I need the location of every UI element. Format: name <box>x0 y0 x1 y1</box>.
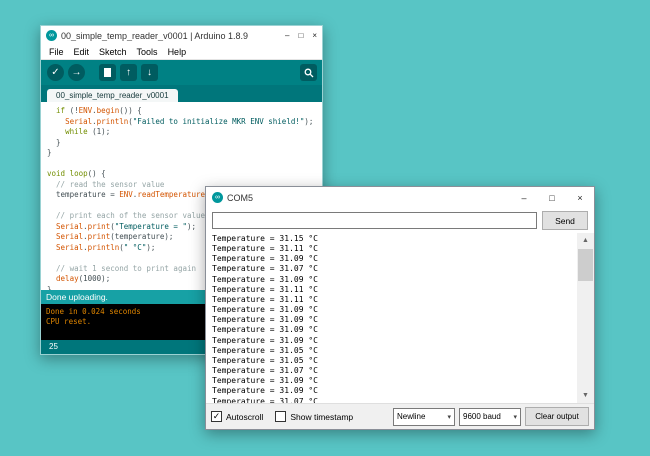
checkbox-unchecked-icon <box>275 411 287 422</box>
serial-line: Temperature = 31.15 °C <box>212 234 318 243</box>
serial-line: Temperature = 31.11 °C <box>212 284 318 294</box>
serial-line: Temperature = 31.09 °C <box>212 305 318 315</box>
check-icon: ✓ <box>51 66 60 78</box>
checkbox-checked-icon: ✓ <box>211 411 222 422</box>
monitor-bottom-bar: ✓ Autoscroll Show timestamp Newline ▾ 96… <box>206 403 594 429</box>
open-button[interactable]: ↑ <box>120 64 137 81</box>
ide-toolbar: ✓ → ↑ ↓ <box>41 60 322 85</box>
monitor-window-controls: – □ × <box>510 193 594 203</box>
current-line-number: 25 <box>49 342 58 351</box>
serial-line: Temperature = 31.09 °C <box>212 376 318 386</box>
chevron-down-icon: ▾ <box>447 413 451 421</box>
serial-line: Temperature = 31.09 °C <box>212 254 318 264</box>
new-sketch-button[interactable] <box>99 64 116 81</box>
arduino-logo-icon: ∞ <box>46 30 57 41</box>
serial-line: Temperature = 31.07 °C <box>212 366 318 376</box>
clear-output-button[interactable]: Clear output <box>525 407 589 426</box>
verify-button[interactable]: ✓ <box>47 64 64 81</box>
minimize-icon[interactable]: – <box>285 31 289 41</box>
serial-line: Temperature = 31.09 °C <box>212 315 318 325</box>
ide-menubar: File Edit Sketch Tools Help <box>41 45 322 60</box>
ide-titlebar: ∞ 00_simple_temp_reader_v0001 | Arduino … <box>41 26 322 45</box>
close-icon[interactable]: × <box>312 31 317 41</box>
show-timestamp-checkbox[interactable]: Show timestamp <box>275 411 353 422</box>
serial-line: Temperature = 31.11 °C <box>212 294 318 304</box>
autoscroll-checkbox[interactable]: ✓ Autoscroll <box>211 411 263 422</box>
code-line: Serial.println("Failed to initialize MKR… <box>65 116 314 126</box>
code-line: void loop() { <box>47 169 106 178</box>
magnifier-icon <box>304 68 313 77</box>
serial-line: Temperature = 31.07 °C <box>212 396 318 404</box>
serial-line: Temperature = 31.09 °C <box>212 335 318 345</box>
code-line: } <box>47 137 61 147</box>
serial-line: Temperature = 31.09 °C <box>212 386 318 396</box>
arrow-up-icon: ↑ <box>126 66 131 78</box>
ide-tabbar: 00_simple_temp_reader_v0001 <box>41 85 322 102</box>
scrollbar[interactable]: ▲ ▼ <box>577 233 594 403</box>
serial-line: Temperature = 31.09 °C <box>212 325 318 335</box>
serial-monitor-window: ∞ COM5 – □ × Send Temperature = 31.15 °C… <box>205 186 595 430</box>
tab-sketch[interactable]: 00_simple_temp_reader_v0001 <box>47 89 178 102</box>
code-line: if (!ENV.begin()) { <box>56 106 142 115</box>
close-icon[interactable]: × <box>566 193 594 203</box>
ide-window-title: 00_simple_temp_reader_v0001 | Arduino 1.… <box>61 30 248 41</box>
menu-help[interactable]: Help <box>163 47 192 57</box>
baud-rate-value: 9600 baud <box>463 412 501 421</box>
scroll-up-icon[interactable]: ▲ <box>577 233 594 248</box>
status-text: Done uploading. <box>46 292 108 302</box>
menu-tools[interactable]: Tools <box>132 47 163 57</box>
serial-line: Temperature = 31.09 °C <box>212 274 318 284</box>
arduino-logo-icon: ∞ <box>212 192 223 203</box>
scroll-thumb[interactable] <box>578 249 593 281</box>
serial-input[interactable] <box>212 212 537 229</box>
serial-line: Temperature = 31.11 °C <box>212 244 318 254</box>
show-timestamp-label: Show timestamp <box>290 411 354 422</box>
monitor-titlebar: ∞ COM5 – □ × <box>206 187 594 208</box>
menu-sketch[interactable]: Sketch <box>94 47 132 57</box>
baud-rate-select[interactable]: 9600 baud ▾ <box>459 407 521 426</box>
menu-file[interactable]: File <box>44 47 69 57</box>
monitor-window-title: COM5 <box>227 192 254 203</box>
ide-window-controls: – □ × <box>285 31 317 41</box>
menu-edit[interactable]: Edit <box>69 47 95 57</box>
maximize-icon[interactable]: □ <box>538 193 566 203</box>
arrow-down-icon: ↓ <box>147 66 152 78</box>
line-ending-select[interactable]: Newline ▾ <box>393 407 455 426</box>
serial-line: Temperature = 31.05 °C <box>212 345 318 355</box>
send-button[interactable]: Send <box>542 211 588 230</box>
autoscroll-label: Autoscroll <box>226 411 264 422</box>
arrow-right-icon: → <box>71 66 82 78</box>
desktop: ∞ 00_simple_temp_reader_v0001 | Arduino … <box>0 0 650 456</box>
code-line: while (1); <box>65 127 111 136</box>
serial-monitor-button[interactable] <box>300 64 317 81</box>
chevron-down-icon: ▾ <box>513 413 517 421</box>
minimize-icon[interactable]: – <box>510 193 538 203</box>
line-ending-value: Newline <box>397 412 426 421</box>
serial-output-area: Temperature = 31.15 °C Temperature = 31.1… <box>206 233 594 403</box>
serial-output: Temperature = 31.15 °C Temperature = 31.1… <box>212 234 576 403</box>
serial-line: Temperature = 31.05 °C <box>212 355 318 365</box>
scroll-down-icon[interactable]: ▼ <box>577 388 594 403</box>
maximize-icon[interactable]: □ <box>298 31 303 41</box>
new-file-icon <box>104 68 111 77</box>
serial-line: Temperature = 31.07 °C <box>212 264 318 274</box>
serial-send-row: Send <box>206 208 594 233</box>
upload-button[interactable]: → <box>68 64 85 81</box>
save-button[interactable]: ↓ <box>141 64 158 81</box>
code-line: } <box>47 148 52 157</box>
